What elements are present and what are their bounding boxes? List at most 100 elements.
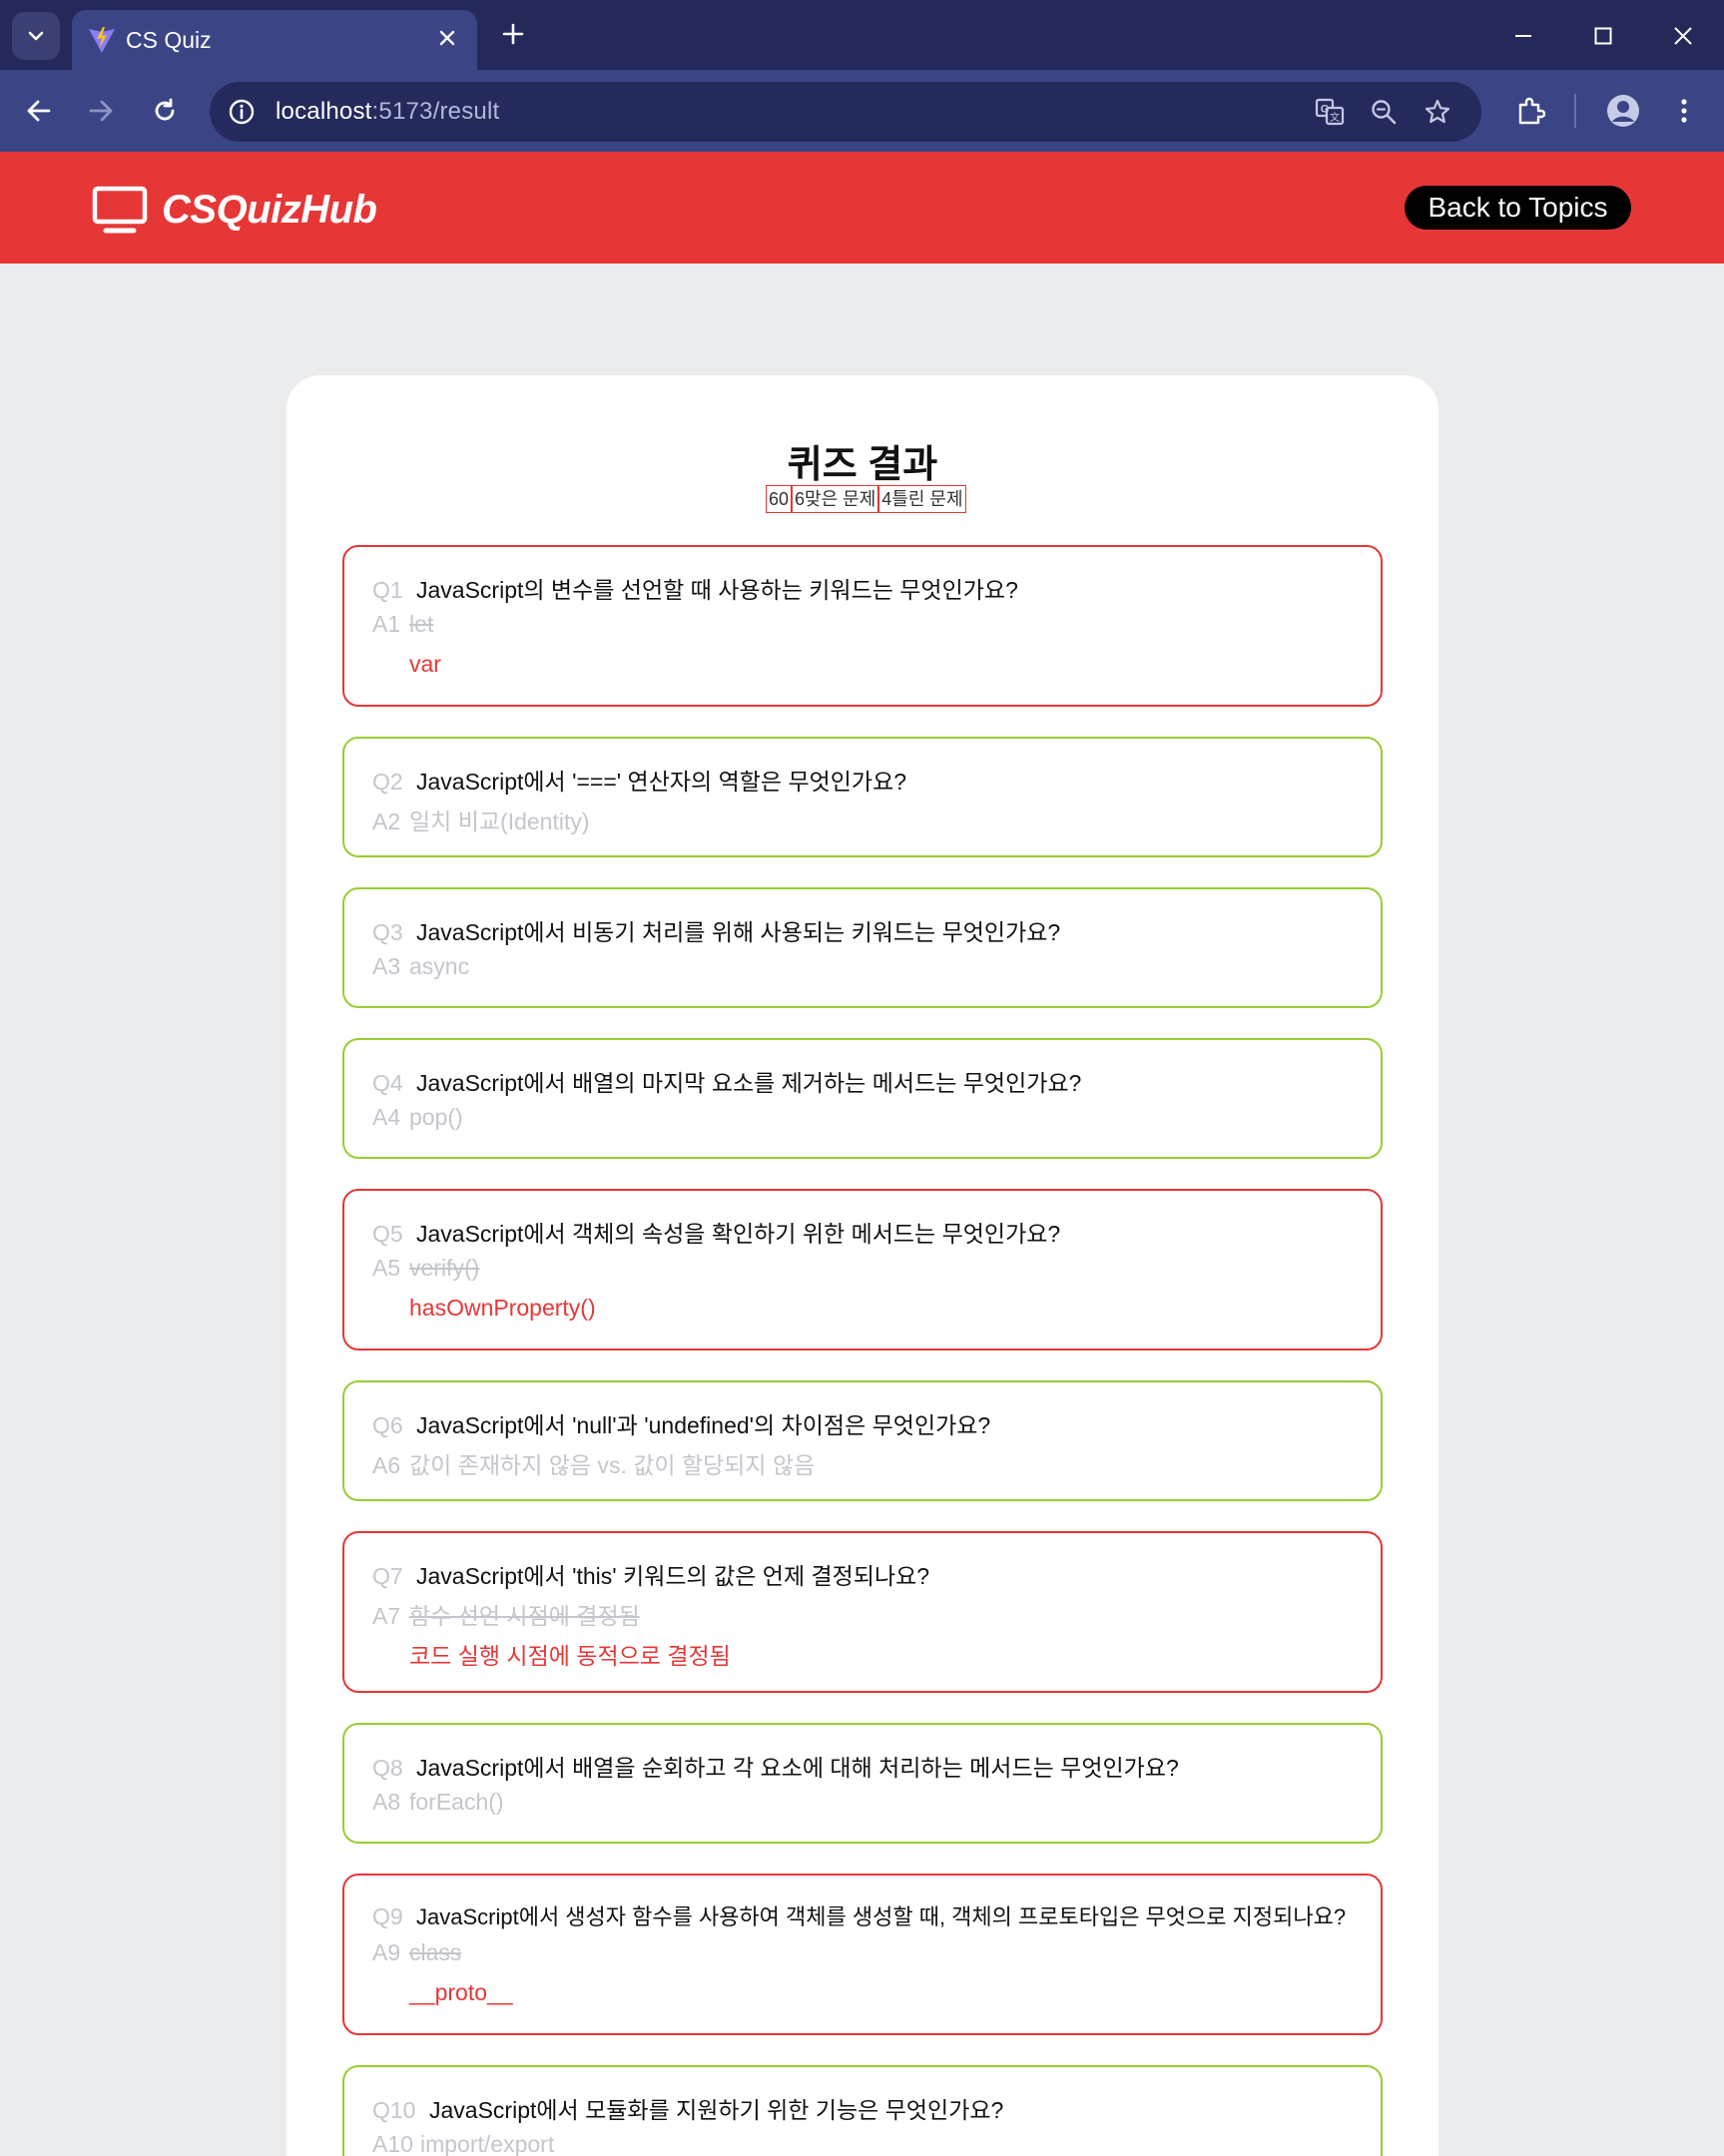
menu-button[interactable] — [1663, 90, 1705, 132]
question-number: Q3 — [372, 919, 403, 945]
reload-button[interactable] — [144, 90, 186, 132]
svg-text:G: G — [1321, 104, 1330, 116]
question-text: JavaScript에서 배열의 마지막 요소를 제거하는 메서드는 무엇인가요… — [416, 1070, 1082, 1096]
browser-tab-bar: CS Quiz — [0, 0, 1724, 70]
close-icon — [1674, 27, 1692, 45]
answer-number: A6 — [372, 1452, 401, 1478]
question-card: Q10 JavaScript에서 모듈화를 지원하기 위한 기능은 무엇인가요? … — [342, 2065, 1383, 2156]
question-card: Q7 JavaScript에서 'this' 키워드의 값은 언제 결정되나요? … — [342, 1531, 1383, 1693]
correct-count: 6 — [795, 489, 806, 509]
answer-number: A9 — [372, 1939, 401, 1965]
wrong-stat: 4틀린 문제 — [878, 485, 966, 513]
user-answer: async — [409, 953, 470, 979]
question-number: Q2 — [372, 769, 403, 795]
answer-number: A8 — [372, 1789, 401, 1815]
address-bar[interactable]: localhost:5173/result G文 — [210, 82, 1481, 142]
info-icon — [229, 99, 255, 125]
answer-number: A10 — [372, 2131, 413, 2156]
maximize-button[interactable] — [1579, 14, 1627, 58]
user-answer: import/export — [420, 2131, 555, 2156]
question-number: Q9 — [372, 1903, 403, 1929]
answer-number: A7 — [372, 1603, 401, 1629]
result-title: 퀴즈 결과 — [787, 444, 938, 486]
chevron-down-icon — [28, 31, 44, 41]
minimize-icon — [1515, 35, 1531, 37]
app-header: CSQuizHub Back to Topics — [0, 152, 1724, 264]
question-number: Q6 — [372, 1412, 403, 1438]
user-answer: verify() — [409, 1255, 480, 1281]
correct-answer: 코드 실행 시점에 동적으로 결정됨 — [409, 1643, 731, 1669]
url-path: :5173/result — [371, 98, 500, 125]
logo-text: CSQuizHub — [162, 187, 377, 232]
question-card: Q1 JavaScript의 변수를 선언할 때 사용하는 키워드는 무엇인가요?… — [342, 545, 1383, 707]
wrong-count: 4 — [881, 489, 892, 509]
wrong-label: 틀린 문제 — [891, 489, 963, 509]
profile-button[interactable] — [1602, 90, 1644, 132]
correct-answer: hasOwnProperty() — [409, 1295, 596, 1321]
zoom-icon — [1372, 100, 1397, 125]
question-number: Q10 — [372, 2097, 416, 2123]
url-host: localhost — [276, 98, 372, 125]
toolbar-divider — [1574, 94, 1576, 128]
browser-tab[interactable]: CS Quiz — [72, 10, 477, 70]
correct-stat: 6맞은 문제 — [792, 485, 879, 513]
correct-answer: __proto__ — [409, 1979, 513, 2005]
result-card: 퀴즈 결과 60 6맞은 문제 4틀린 문제 Q1 JavaScript의 변수를… — [287, 375, 1438, 2156]
maximize-icon — [1594, 27, 1612, 45]
arrow-right-icon — [89, 100, 113, 122]
question-card: Q2 JavaScript에서 '===' 연산자의 역할은 무엇인가요? A2 일… — [342, 737, 1383, 857]
extensions-button[interactable] — [1509, 90, 1551, 132]
answer-number: A1 — [372, 611, 401, 637]
monitor-icon — [92, 186, 148, 234]
question-number: Q7 — [372, 1563, 403, 1589]
user-answer: class — [409, 1939, 462, 1965]
question-card: Q3 JavaScript에서 비동기 처리를 위해 사용되는 키워드는 무엇인가… — [342, 887, 1383, 1008]
star-icon — [1425, 99, 1450, 124]
question-number: Q8 — [372, 1755, 403, 1781]
window-close-button[interactable] — [1659, 14, 1707, 58]
question-card: Q8 JavaScript에서 배열을 순회하고 각 요소에 대해 처리하는 메서… — [342, 1723, 1383, 1844]
answer-number: A2 — [372, 808, 401, 834]
bookmark-button[interactable] — [1420, 94, 1455, 130]
question-text: JavaScript에서 생성자 함수를 사용하여 객체를 생성할 때, 객체의… — [416, 1904, 1347, 1929]
question-text: JavaScript에서 'null'과 'undefined'의 차이점은 무… — [416, 1412, 991, 1438]
question-card: Q6 JavaScript에서 'null'과 'undefined'의 차이점은… — [342, 1380, 1383, 1501]
question-number: Q4 — [372, 1070, 403, 1096]
user-answer: pop() — [409, 1104, 463, 1130]
new-tab-button[interactable] — [495, 16, 531, 52]
svg-text:文: 文 — [1330, 111, 1340, 124]
url-text[interactable]: localhost:5173/result — [276, 98, 499, 126]
user-answer: 함수 선언 시점에 결정됨 — [409, 1603, 640, 1629]
question-number: Q5 — [372, 1221, 403, 1247]
tab-title: CS Quiz — [126, 27, 212, 53]
question-text: JavaScript에서 배열을 순회하고 각 요소에 대해 처리하는 메서드는… — [416, 1755, 1179, 1781]
question-card: Q9 JavaScript에서 생성자 함수를 사용하여 객체를 생성할 때, 객… — [342, 1874, 1383, 2035]
minimize-button[interactable] — [1499, 14, 1547, 58]
puzzle-icon — [1518, 97, 1545, 125]
correct-answer: var — [409, 651, 441, 677]
zoom-button[interactable] — [1366, 94, 1402, 130]
logo[interactable]: CSQuizHub — [92, 186, 377, 234]
avatar-icon — [1607, 95, 1639, 127]
tab-search-button[interactable] — [12, 12, 60, 60]
forward-nav-button[interactable] — [80, 90, 122, 132]
question-text: JavaScript에서 '===' 연산자의 역할은 무엇인가요? — [416, 769, 907, 795]
translate-button[interactable]: G文 — [1312, 94, 1348, 130]
plus-icon — [502, 23, 524, 45]
answer-number: A3 — [372, 953, 401, 979]
answer-number: A4 — [372, 1104, 401, 1130]
tab-close-button[interactable] — [431, 22, 463, 54]
user-answer: let — [409, 611, 434, 637]
translate-icon: G文 — [1315, 98, 1345, 126]
arrow-left-icon — [27, 100, 51, 122]
question-list: Q1 JavaScript의 변수를 선언할 때 사용하는 키워드는 무엇인가요?… — [342, 545, 1383, 2156]
more-vertical-icon — [1681, 99, 1687, 123]
close-icon — [439, 30, 455, 46]
back-to-topics-button[interactable]: Back to Topics — [1405, 186, 1631, 230]
question-number: Q1 — [372, 577, 403, 603]
back-nav-button[interactable] — [18, 90, 60, 132]
question-card: Q4 JavaScript에서 배열의 마지막 요소를 제거하는 메서드는 무엇인… — [342, 1038, 1383, 1159]
user-answer: 값이 존재하지 않음 vs. 값이 할당되지 않음 — [409, 1452, 816, 1478]
site-info-button[interactable] — [224, 94, 260, 130]
user-answer: forEach() — [409, 1789, 504, 1815]
